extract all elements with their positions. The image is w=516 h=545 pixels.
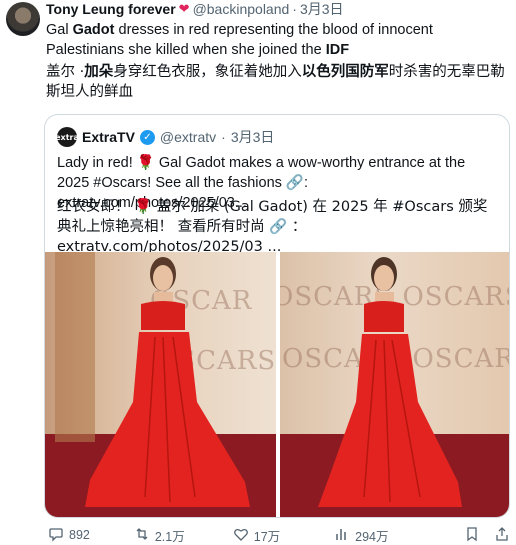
tweet-text-part: Gal xyxy=(46,22,73,38)
views-count: 294万 xyxy=(355,529,389,544)
gown-figure-left xyxy=(55,252,250,507)
photo-gal-gadot-left[interactable]: OSCAR OSCARS xyxy=(45,252,276,517)
share-actions xyxy=(464,526,510,545)
retweet-icon xyxy=(134,526,150,545)
quoted-tweet-header: extra ExtraTV ✓ @extratv · 3月3日 xyxy=(55,127,275,147)
tweet-text-bold: IDF xyxy=(325,42,350,58)
quoted-tweet-text-chinese: 红衣女郎！ 🌹 盖尔·加朵 (Gal Gadot) 在 2025 年 #Osca… xyxy=(57,199,488,255)
retweet-count: 2.1万 xyxy=(154,529,185,544)
heart-emoji-icon: ❤ xyxy=(178,1,190,16)
quoted-tweet[interactable]: extra ExtraTV ✓ @extratv · 3月3日 Lady in … xyxy=(44,114,510,518)
reply-button[interactable]: 892 xyxy=(48,526,90,545)
quoted-tweet-date[interactable]: 3月3日 xyxy=(231,127,275,147)
tweet-header: Tony Leung forever ❤ @backinpoland · 3月3… xyxy=(46,0,344,18)
separator-dot: · xyxy=(292,1,297,17)
tweet-text-bold: Gadot xyxy=(72,22,115,38)
reply-icon xyxy=(48,526,64,545)
views-chart-icon xyxy=(334,526,350,545)
tweet-date[interactable]: 3月3日 xyxy=(300,0,344,19)
views-button[interactable]: 294万 xyxy=(334,526,389,545)
quoted-author-avatar[interactable]: extra xyxy=(55,127,79,147)
verified-badge-icon: ✓ xyxy=(139,129,155,145)
tweet-text-part: 盖尔 · xyxy=(46,64,85,80)
gown-figure-right xyxy=(318,257,462,507)
like-heart-icon xyxy=(233,526,249,545)
like-button[interactable]: 17万 xyxy=(233,526,280,545)
quoted-author-name[interactable]: ExtraTV xyxy=(82,129,135,145)
author-name[interactable]: Tony Leung forever xyxy=(46,1,176,17)
author-avatar[interactable] xyxy=(6,2,40,36)
tweet-actions: 892 2.1万 17万 294万 xyxy=(46,526,510,544)
photo-gal-gadot-right[interactable]: OSCARS OSCARS OSCARS OSCAR xyxy=(280,252,509,517)
bookmark-icon[interactable] xyxy=(464,526,480,545)
share-icon[interactable] xyxy=(494,526,510,545)
tweet-text-part: 身穿红色衣服，象征着她加入 xyxy=(113,64,302,80)
retweet-button[interactable]: 2.1万 xyxy=(134,526,185,545)
quoted-author-handle[interactable]: @extratv xyxy=(160,129,216,145)
author-handle[interactable]: @backinpoland xyxy=(193,1,290,17)
tweet-text-english: Gal Gadot dresses in red representing th… xyxy=(46,20,506,60)
tweet-text-bold: 加朵 xyxy=(84,64,114,80)
like-count: 17万 xyxy=(253,529,281,544)
tweet-text-bold: 以色列国防军 xyxy=(301,64,389,80)
reply-count: 892 xyxy=(69,528,90,542)
tweet-text-chinese: 盖尔 ·加朵身穿红色衣服，象征着她加入以色列国防军时杀害的无辜巴勒斯坦人的鲜血 xyxy=(46,62,506,102)
separator-dot: · xyxy=(221,129,226,145)
